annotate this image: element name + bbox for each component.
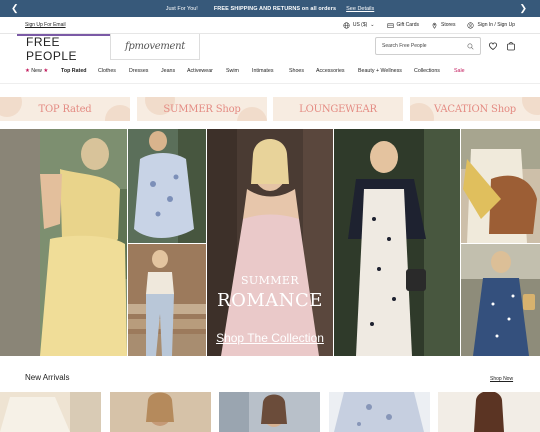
banner-top-rated[interactable]: TOP Rated [0, 97, 130, 121]
search-placeholder: Search Free People [382, 43, 427, 49]
banner-loungewear[interactable]: LOUNGEWEAR [273, 97, 403, 121]
currency-selector[interactable]: US ($) ⌄ [343, 21, 375, 29]
banner-decoration [105, 105, 130, 121]
chevron-down-icon: ⌄ [370, 22, 375, 28]
nav-item-accessories[interactable]: Accessories [316, 68, 345, 74]
stores-link[interactable]: Stores [431, 22, 455, 29]
search-input[interactable]: Search Free People [375, 37, 481, 55]
star-icon: ★ [25, 68, 30, 74]
hero-photo-polka-dot [334, 129, 460, 356]
banner-summer-shop[interactable]: SUMMER Shop [137, 97, 267, 121]
promo-bar: ❮ Just For You! FREE SHIPPING AND RETURN… [0, 0, 540, 17]
promo-main-text: FREE SHIPPING AND RETURNS on all orders [213, 5, 337, 12]
nav-item-jeans[interactable]: Jeans [161, 68, 175, 74]
globe-icon [343, 21, 350, 29]
banner-label: TOP Rated [38, 103, 92, 115]
promo-pre-text: Just For You! [165, 5, 198, 12]
hero-line-1: SUMMER [240, 274, 300, 287]
shop-collection-link[interactable]: Shop The Collection [207, 331, 333, 345]
nav-item-dresses[interactable]: Dresses [129, 68, 148, 74]
nav-item-top-rated[interactable]: Top Rated [61, 68, 87, 74]
product-card[interactable] [0, 392, 101, 432]
see-details-link[interactable]: See Details [346, 6, 374, 12]
banner-label: LOUNGEWEAR [299, 103, 377, 115]
banner-vacation-shop[interactable]: VACATION Shop [410, 97, 540, 121]
utility-bar: Sign Up For Email US ($) ⌄ Gift Cards St… [0, 17, 540, 34]
site-header: FREE PEOPLE fpmovement Search Free Peopl… [0, 34, 540, 63]
nav-item-shoes[interactable]: Shoes [289, 68, 304, 74]
nav-item-intimates[interactable]: Intimates [252, 68, 274, 74]
banner-label: VACATION Shop [434, 103, 516, 115]
nav-item-new[interactable]: ★ New ★ [25, 68, 48, 74]
hero-photo-blue-dress [461, 244, 540, 356]
banner-decoration [0, 97, 22, 117]
banner-decoration [237, 107, 267, 121]
fp-movement-logo: fpmovement [124, 41, 186, 52]
star-icon: ★ [43, 68, 49, 74]
product-card[interactable] [110, 392, 211, 432]
banner-decoration [410, 103, 434, 121]
sign-in-link[interactable]: Sign In / Sign Up [467, 21, 515, 29]
chevron-left-icon[interactable]: ❮ [11, 2, 19, 14]
fp-movement-link[interactable]: fpmovement [110, 34, 200, 60]
hero-photo-brown-bag [461, 129, 540, 243]
nav-item-swim[interactable]: Swim [226, 68, 239, 74]
user-icon [467, 21, 475, 29]
banner-decoration [522, 97, 540, 115]
category-banners: TOP Rated SUMMER Shop LOUNGEWEAR VACATIO… [0, 97, 540, 121]
product-card[interactable] [438, 392, 540, 432]
currency-label: US ($) [352, 22, 368, 28]
hero-banner[interactable]: SUMMER ROMANCE Shop The Collection [0, 129, 540, 356]
shopping-bag-icon[interactable] [506, 41, 516, 51]
hero-photo-stairs-jeans [128, 244, 206, 356]
heart-icon[interactable] [488, 41, 498, 51]
hero-photo-floral-dress [128, 129, 206, 243]
hero-photo-pink-dress [207, 129, 333, 356]
nav-item-collections[interactable]: Collections [414, 68, 440, 74]
banner-label: SUMMER Shop [163, 103, 241, 115]
chevron-right-icon[interactable]: ❯ [519, 2, 527, 14]
logo-link[interactable]: FREE PEOPLE [17, 34, 110, 63]
gift-cards-label: Gift Cards [396, 22, 420, 28]
product-card[interactable] [219, 392, 320, 432]
location-pin-icon [432, 22, 437, 29]
hero-line-2: ROMANCE [217, 290, 323, 311]
nav-item-sale[interactable]: Sale [454, 68, 465, 74]
nav-item-beauty-wellness[interactable]: Beauty + Wellness [358, 68, 402, 74]
shop-now-link[interactable]: Shop Now [490, 376, 513, 382]
hero-photo-yellow-outfit [0, 129, 127, 356]
nav-item-clothes[interactable]: Clothes [98, 68, 116, 74]
search-icon[interactable] [467, 43, 474, 50]
free-people-logo: FREE PEOPLE [26, 34, 78, 63]
nav-item-activewear[interactable]: Activewear [187, 68, 213, 74]
product-card[interactable] [329, 392, 430, 432]
gift-cards-link[interactable]: Gift Cards [386, 22, 420, 29]
new-arrivals-heading: New Arrivals [25, 373, 70, 382]
main-nav: ★ New ★ Top Rated Clothes Dresses Jeans … [0, 60, 540, 84]
stores-label: Stores [441, 22, 456, 28]
email-signup-link[interactable]: Sign Up For Email [25, 22, 66, 28]
account-label: Sign In / Sign Up [477, 22, 515, 28]
gift-card-icon [386, 22, 394, 28]
